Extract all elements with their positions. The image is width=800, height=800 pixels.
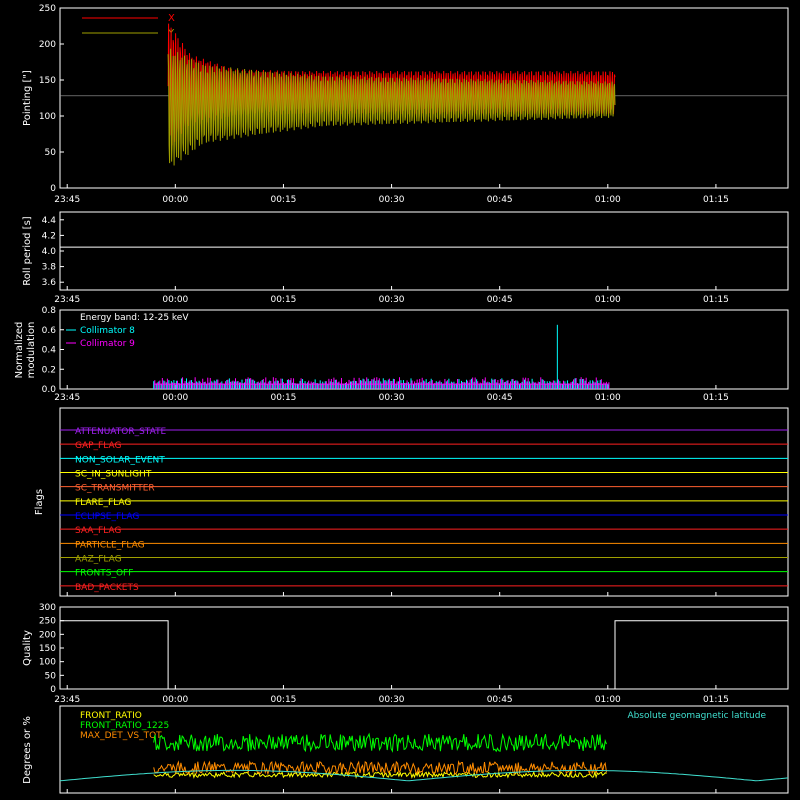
- modulation-y-tick-label: 0.4: [42, 346, 57, 356]
- flag-label: PARTICLE_FLAG: [75, 540, 145, 550]
- time-tick-label: 01:00: [595, 695, 621, 705]
- pointing-y-tick-label: 200: [39, 40, 56, 50]
- time-tick-label: 23:45: [54, 393, 80, 403]
- time-tick-label: 00:30: [379, 393, 405, 403]
- time-tick-label: 23:45: [54, 295, 80, 305]
- pointing-ylabel: Pointing ["]: [22, 70, 33, 126]
- flag-label: AAZ_FLAG: [75, 555, 122, 565]
- time-tick-label: 23:45: [54, 195, 80, 205]
- quality-y-tick-label: 300: [39, 603, 56, 613]
- time-tick-label: 00:15: [270, 393, 296, 403]
- pointing-y-tick-label: 250: [39, 4, 56, 14]
- modulation-y-tick-label: 0.0: [42, 385, 57, 395]
- time-tick-label: 00:00: [162, 695, 188, 705]
- quality-y-tick-label: 200: [39, 630, 56, 640]
- flags-ylabel: Flags: [34, 489, 45, 515]
- time-tick-label: 01:00: [595, 295, 621, 305]
- pointing-y-tick-label: 100: [39, 112, 56, 122]
- time-tick-label: 00:45: [487, 195, 513, 205]
- flag-label: ECLIPSE_FLAG: [75, 512, 139, 522]
- pointing-y-tick-label: 50: [45, 148, 57, 158]
- ratios-ylabel: Degrees or %: [22, 716, 33, 784]
- legend-front-ratio-1225: FRONT_RATIO_1225: [80, 721, 169, 731]
- quality-y-tick-label: 50: [45, 671, 57, 681]
- flag-label: BAD_PACKETS: [75, 583, 139, 593]
- modulation-y-tick-label: 0.2: [42, 365, 56, 375]
- roll-y-tick-label: 3.6: [42, 278, 57, 288]
- flag-label: SAA_FLAG: [75, 526, 121, 536]
- legend-collimator8-label: Collimator 8: [80, 326, 135, 336]
- flag-label: GAP_FLAG: [75, 441, 121, 451]
- modulation-ylabel-line2: modulation: [26, 322, 37, 379]
- roll-y-tick-label: 3.8: [42, 263, 57, 273]
- time-tick-label: 00:15: [270, 295, 296, 305]
- summary-plot-canvas: Pointing ["] Roll period [s] Normalized …: [0, 0, 800, 800]
- legend-max-det-vs-tot: MAX_DET_VS_TOT: [80, 731, 162, 741]
- time-tick-label: 00:30: [379, 695, 405, 705]
- modulation-ylabel-line1: Normalized: [14, 322, 25, 379]
- quality-y-tick-label: 150: [39, 644, 56, 654]
- time-tick-label: 01:00: [595, 195, 621, 205]
- flag-label: SC_TRANSMITTER: [75, 484, 155, 494]
- roll-y-tick-label: 4.2: [42, 231, 56, 241]
- legend-x-label: X: [168, 13, 175, 24]
- quality-y-tick-label: 100: [39, 658, 56, 668]
- time-tick-label: 00:00: [162, 393, 188, 403]
- time-tick-label: 00:30: [379, 295, 405, 305]
- modulation-y-tick-label: 0.8: [42, 306, 57, 316]
- legend-front-ratio: FRONT_RATIO: [80, 711, 142, 721]
- time-tick-label: 00:45: [487, 695, 513, 705]
- time-tick-label: 00:45: [487, 393, 513, 403]
- roll-y-tick-label: 4.0: [42, 247, 57, 257]
- time-tick-label: 00:15: [270, 195, 296, 205]
- legend-collimator9-label: Collimator 9: [80, 339, 135, 349]
- roll-ylabel: Roll period [s]: [22, 216, 33, 285]
- time-tick-label: 00:00: [162, 295, 188, 305]
- time-tick-label: 23:45: [54, 695, 80, 705]
- time-tick-label: 00:00: [162, 195, 188, 205]
- flag-label: NON_SOLAR_EVENT: [75, 455, 165, 465]
- flag-label: ATTENUATOR_STATE: [75, 427, 167, 437]
- quality-y-tick-label: 250: [39, 617, 56, 627]
- roll-y-tick-label: 4.4: [42, 216, 57, 226]
- quality-y-tick-label: 0: [50, 685, 56, 695]
- time-tick-label: 01:15: [703, 195, 729, 205]
- time-tick-label: 00:15: [270, 695, 296, 705]
- pointing-y-tick-label: 150: [39, 76, 56, 86]
- time-tick-label: 01:15: [703, 393, 729, 403]
- modulation-legend-title: Energy band: 12-25 keV: [80, 313, 189, 323]
- legend-geomagnetic-latitude: Absolute geomagnetic latitude: [627, 711, 766, 721]
- quality-ylabel: Quality: [22, 630, 33, 666]
- time-tick-label: 00:45: [487, 295, 513, 305]
- time-tick-label: 00:30: [379, 195, 405, 205]
- pointing-y-tick-label: 0: [50, 184, 56, 194]
- modulation-y-tick-label: 0.6: [42, 326, 57, 336]
- time-tick-label: 01:15: [703, 695, 729, 705]
- time-tick-label: 01:15: [703, 295, 729, 305]
- flag-label: FLARE_FLAG: [75, 498, 131, 508]
- time-tick-label: 01:00: [595, 393, 621, 403]
- flag-label: SC_IN_SUNLIGHT: [75, 470, 152, 480]
- flag-label: FRONTS_OFF: [75, 569, 133, 579]
